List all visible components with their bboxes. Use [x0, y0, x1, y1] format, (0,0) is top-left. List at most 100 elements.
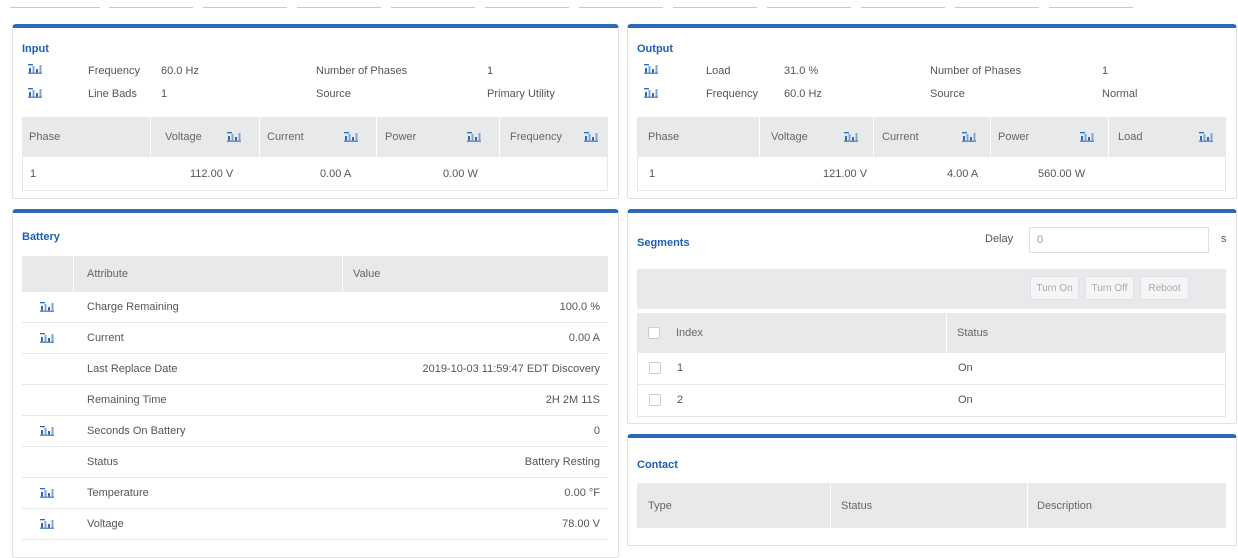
column-header-load[interactable]: Load [1118, 117, 1142, 157]
column-header-phase[interactable]: Phase [648, 117, 679, 157]
column-header-phase[interactable]: Phase [29, 117, 60, 157]
table-row: Current 0.00 A [22, 323, 608, 354]
chart-icon[interactable] [40, 333, 54, 343]
cell-attribute: Seconds On Battery [87, 425, 186, 437]
chart-icon[interactable] [28, 64, 42, 74]
load-value: 31.0 % [784, 65, 819, 77]
panel-title: Segments [637, 237, 690, 249]
chart-icon[interactable] [344, 132, 358, 142]
column-header-current[interactable]: Current [882, 117, 919, 157]
chart-icon[interactable] [40, 302, 54, 312]
chart-icon[interactable] [844, 132, 858, 142]
chart-icon[interactable] [584, 132, 598, 142]
phases-label: Number of Phases [316, 65, 408, 77]
contact-table-header: Type Status Description [637, 483, 1226, 528]
column-header-type[interactable]: Type [648, 483, 672, 528]
cell-value: 100.0 % [559, 301, 600, 313]
chart-icon[interactable] [40, 426, 54, 436]
tab-underline[interactable] [955, 7, 1039, 8]
delay-input-value: 0 [1037, 234, 1044, 246]
chart-icon[interactable] [467, 132, 481, 142]
contact-panel: Contact Type Status Description [627, 434, 1237, 546]
delay-label: Delay [985, 233, 1014, 245]
table-row: 1 112.00 V 0.00 A 0.00 W [22, 157, 608, 191]
cell-attribute: Charge Remaining [87, 301, 179, 313]
column-header-voltage[interactable]: Voltage [771, 117, 808, 157]
tab-underline[interactable] [10, 7, 100, 8]
table-row: Status Battery Resting [22, 447, 608, 478]
chart-icon[interactable] [644, 64, 658, 74]
row-checkbox[interactable] [649, 362, 661, 374]
chart-icon[interactable] [227, 132, 241, 142]
chart-icon[interactable] [40, 488, 54, 498]
column-header-current[interactable]: Current [267, 117, 304, 157]
output-panel: Output Load 31.0 % Number of Phases 1 Fr… [627, 24, 1237, 199]
chart-icon[interactable] [644, 88, 658, 98]
column-header-description[interactable]: Description [1037, 483, 1092, 528]
frequency-value: 60.0 Hz [161, 65, 199, 77]
table-row: Remaining Time 2H 2M 11S [22, 385, 608, 416]
cell-value: Battery Resting [524, 456, 600, 468]
tab-underline[interactable] [391, 7, 475, 8]
cell-index: 1 [677, 362, 684, 374]
tab-underline[interactable] [579, 7, 663, 8]
cell-current: 0.00 A [320, 168, 352, 180]
tab-underline[interactable] [861, 7, 945, 8]
chart-icon[interactable] [1199, 132, 1213, 142]
table-row: Temperature 0.00 °F [22, 478, 608, 509]
cell-attribute: Voltage [87, 518, 124, 530]
column-header-attribute[interactable]: Attribute [87, 256, 128, 292]
table-row[interactable]: 1 On [637, 353, 1226, 385]
turn-on-button[interactable]: Turn On [1030, 276, 1079, 300]
column-header-frequency[interactable]: Frequency [510, 117, 562, 157]
segments-panel: Segments Delay 0 s Turn On Turn Off Rebo… [627, 209, 1237, 424]
chart-icon[interactable] [962, 132, 976, 142]
column-header-index[interactable]: Index [676, 313, 703, 353]
battery-panel: Battery Attribute Value Charge Remaining… [12, 209, 619, 558]
source-value: Normal [1102, 88, 1138, 100]
table-row: 1 121.00 V 4.00 A 560.00 W [637, 157, 1226, 191]
reboot-button[interactable]: Reboot [1140, 276, 1189, 300]
column-header-value[interactable]: Value [353, 256, 380, 292]
cell-value: 78.00 V [562, 518, 600, 530]
tab-underline[interactable] [767, 7, 851, 8]
cell-attribute: Status [87, 456, 119, 468]
tab-underline[interactable] [673, 7, 757, 8]
tab-underline[interactable] [485, 7, 569, 8]
column-header-power[interactable]: Power [998, 117, 1029, 157]
cell-phase: 1 [30, 168, 37, 180]
column-header-status[interactable]: Status [841, 483, 872, 528]
load-label: Load [706, 65, 731, 77]
delay-input[interactable]: 0 [1029, 227, 1209, 253]
cell-power: 560.00 W [1038, 168, 1086, 180]
tab-underline[interactable] [297, 7, 381, 8]
table-row: Voltage 78.00 V [22, 509, 608, 540]
segments-toolbar: Turn On Turn Off Reboot [637, 269, 1226, 309]
source-label: Source [316, 88, 351, 100]
chart-icon[interactable] [1080, 132, 1094, 142]
column-header-voltage[interactable]: Voltage [165, 117, 202, 157]
cell-attribute: Last Replace Date [87, 363, 178, 375]
cell-power: 0.00 W [443, 168, 478, 180]
cell-attribute: Current [87, 332, 124, 344]
row-checkbox[interactable] [649, 394, 661, 406]
column-header-status[interactable]: Status [957, 313, 988, 353]
table-row[interactable]: 2 On [637, 385, 1226, 417]
table-row: Last Replace Date 2019-10-03 11:59:47 EDT… [22, 354, 608, 385]
chart-icon[interactable] [28, 88, 42, 98]
cell-value: 0.00 A [568, 332, 600, 344]
table-row: Charge Remaining 100.0 % [22, 292, 608, 323]
panel-title: Contact [637, 459, 678, 471]
tab-underline[interactable] [109, 7, 193, 8]
frequency-value: 60.0 Hz [784, 88, 822, 100]
source-value: Primary Utility [487, 88, 555, 100]
chart-icon[interactable] [40, 519, 54, 529]
tab-underline[interactable] [1049, 7, 1133, 8]
cell-status: On [958, 394, 973, 406]
turn-off-button[interactable]: Turn Off [1085, 276, 1134, 300]
source-label: Source [930, 88, 965, 100]
tab-underline[interactable] [203, 7, 287, 8]
column-header-power[interactable]: Power [385, 117, 416, 157]
table-row: Seconds On Battery 0 [22, 416, 608, 447]
select-all-checkbox[interactable] [648, 327, 660, 339]
